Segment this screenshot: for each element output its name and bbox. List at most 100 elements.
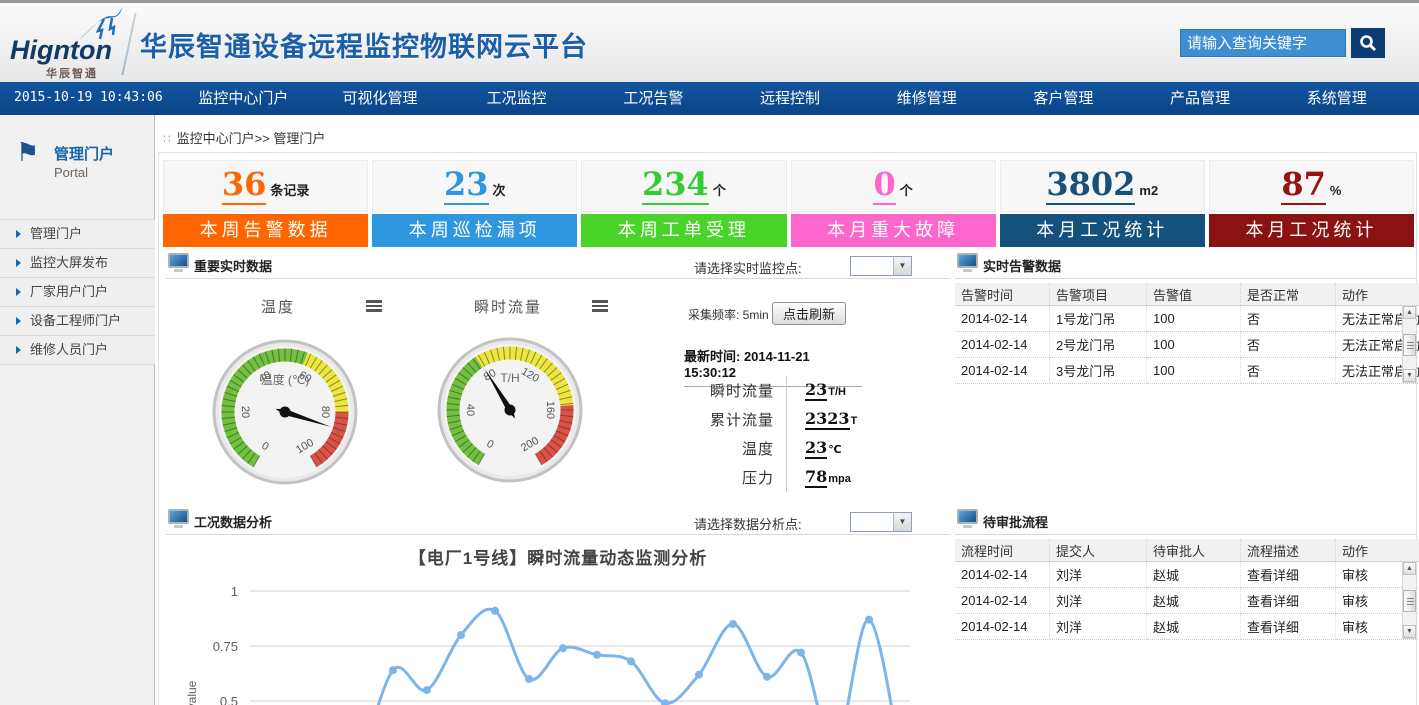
scroll-up-icon[interactable]: ▲ xyxy=(1403,306,1416,319)
table-cell: 1号龙门吊 xyxy=(1050,306,1147,332)
column-header: 动作 xyxy=(1336,283,1419,306)
gauge-menu-icon[interactable] xyxy=(366,300,382,312)
sidebar-item-维修人员门户[interactable]: 维修人员门户 xyxy=(0,335,155,365)
column-header: 动作 xyxy=(1336,539,1419,562)
stat-cards: 36条记录 本周告警数据 23次 本周巡检漏项 234个 本周工单受理 0个 本… xyxy=(163,160,1414,247)
search-button[interactable] xyxy=(1351,28,1385,58)
stat-value-area: 3802 m2 xyxy=(1000,160,1205,212)
readout-value: 23 xyxy=(805,380,827,401)
section-header: 工况数据分析 请选择数据分析点: ▼ xyxy=(166,508,950,535)
search-box xyxy=(1180,29,1346,57)
search-input[interactable] xyxy=(1181,30,1345,56)
stat-unit: m2 xyxy=(1139,183,1158,198)
table-cell: 赵城 xyxy=(1147,614,1241,640)
refresh-button[interactable]: 点击刷新 xyxy=(772,302,846,325)
table-cell[interactable]: 查看详细 xyxy=(1241,614,1336,640)
sample-frequency: 采集频率: 5min xyxy=(688,306,769,323)
stat-card-0[interactable]: 36条记录 本周告警数据 xyxy=(163,160,368,247)
table-cell: 2014-02-14 xyxy=(955,332,1050,358)
nav-item-远程控制[interactable]: 远程控制 xyxy=(722,82,859,115)
stat-card-1[interactable]: 23次 本周巡检漏项 xyxy=(372,160,577,247)
table-row[interactable]: 2014-02-142号龙门吊100否无法正常启动 xyxy=(955,332,1419,358)
section-title: 重要实时数据 xyxy=(194,256,272,275)
gauge-menu-icon[interactable] xyxy=(592,300,608,312)
stat-card-4[interactable]: 3802m2 本月工况统计 xyxy=(1000,160,1205,247)
approval-table-scrollbar[interactable]: ▲ ▼ xyxy=(1402,561,1417,639)
alarm-table: 告警时间告警项目告警值是否正常动作2014-02-141号龙门吊100否无法正常… xyxy=(955,283,1419,384)
svg-text:value: value xyxy=(185,680,199,705)
section-analysis: 工况数据分析 请选择数据分析点: ▼ 【电厂1号线】瞬时流量动态监测分析 10.… xyxy=(166,508,950,705)
nav-item-系统管理[interactable]: 系统管理 xyxy=(1268,82,1405,115)
nav-item-产品管理[interactable]: 产品管理 xyxy=(1132,82,1269,115)
analysis-point-select[interactable]: ▼ xyxy=(850,512,912,532)
column-header: 告警时间 xyxy=(955,283,1050,306)
section-header: 实时告警数据 xyxy=(955,252,1417,279)
scroll-down-icon[interactable]: ▼ xyxy=(1403,369,1416,382)
table-row[interactable]: 2014-02-141号龙门吊100否无法正常启动 xyxy=(955,306,1419,332)
column-header: 告警值 xyxy=(1147,283,1241,306)
readout-row: 瞬时流量 23T/H xyxy=(666,376,906,405)
stat-card-3[interactable]: 0个 本月重大故障 xyxy=(791,160,996,247)
logo-subtext: 华辰智通 xyxy=(46,65,98,81)
stat-value: 0 xyxy=(873,165,895,205)
svg-text:T/H: T/H xyxy=(500,371,519,385)
table-cell[interactable]: 查看详细 xyxy=(1241,588,1336,614)
table-row[interactable]: 2014-02-14刘洋赵城查看详细审核 xyxy=(955,614,1419,640)
realtime-point-select[interactable]: ▼ xyxy=(850,256,912,276)
table-cell: 刘洋 xyxy=(1050,614,1147,640)
nav-item-客户管理[interactable]: 客户管理 xyxy=(995,82,1132,115)
monitor-icon xyxy=(168,509,189,524)
table-row[interactable]: 2014-02-14刘洋赵城查看详细审核 xyxy=(955,588,1419,614)
sidebar-item-厂家用户门户[interactable]: 厂家用户门户 xyxy=(0,277,155,306)
readout-unit: T/H xyxy=(828,386,846,398)
sidebar: ⚑ 管理门户 Portal 管理门户监控大屏发布厂家用户门户设备工程师门户维修人… xyxy=(0,115,155,705)
flag-icon: ⚑ xyxy=(16,139,39,165)
table-cell: 2014-02-14 xyxy=(955,614,1050,640)
select-label: 请选择实时监控点: xyxy=(694,258,802,277)
table-cell: 否 xyxy=(1241,332,1336,358)
column-header: 是否正常 xyxy=(1241,283,1336,306)
breadcrumb[interactable]: ∷监控中心门户>> 管理门户 xyxy=(163,128,325,147)
stat-card-5[interactable]: 87% 本月工况统计 xyxy=(1209,160,1414,247)
stat-unit: 次 xyxy=(493,183,506,198)
nav-item-工况告警[interactable]: 工况告警 xyxy=(585,82,722,115)
app-header: Hignton 华辰智通 华辰智通设备远程监控物联网云平台 xyxy=(0,0,1419,82)
sidebar-item-管理门户[interactable]: 管理门户 xyxy=(0,219,155,248)
table-cell: 100 xyxy=(1147,306,1241,332)
chart-title: 【电厂1号线】瞬时流量动态监测分析 xyxy=(166,544,950,569)
scroll-up-icon[interactable]: ▲ xyxy=(1403,562,1416,575)
stat-value-area: 0个 xyxy=(791,160,996,212)
alarm-table-scrollbar[interactable]: ▲ ▼ xyxy=(1402,305,1417,383)
nav-item-监控中心门户[interactable]: 监控中心门户 xyxy=(175,82,312,115)
scroll-thumb[interactable] xyxy=(1403,334,1416,356)
readout-label: 压力 xyxy=(666,467,774,488)
scroll-thumb[interactable] xyxy=(1403,590,1416,612)
table-row[interactable]: 2014-02-14刘洋赵城查看详细审核 xyxy=(955,562,1419,588)
magnifier-icon xyxy=(1359,34,1377,52)
section-alarm-data: 实时告警数据 告警时间告警项目告警值是否正常动作2014-02-141号龙门吊1… xyxy=(955,252,1417,384)
sidebar-item-设备工程师门户[interactable]: 设备工程师门户 xyxy=(0,306,155,335)
stat-label: 本周巡检漏项 xyxy=(372,214,577,247)
sidebar-item-监控大屏发布[interactable]: 监控大屏发布 xyxy=(0,248,155,277)
dashboard-page: Hignton 华辰智通 华辰智通设备远程监控物联网云平台 2015-10-19… xyxy=(0,0,1419,705)
nav-item-维修管理[interactable]: 维修管理 xyxy=(858,82,995,115)
nav-item-可视化管理[interactable]: 可视化管理 xyxy=(312,82,449,115)
nav-menu: 监控中心门户可视化管理工况监控工况告警远程控制维修管理客户管理产品管理系统管理 xyxy=(175,82,1405,115)
nav-item-工况监控[interactable]: 工况监控 xyxy=(448,82,585,115)
table-row[interactable]: 2014-02-143号龙门吊100否无法正常启动 xyxy=(955,358,1419,384)
monitor-icon xyxy=(957,253,978,268)
svg-text:1: 1 xyxy=(231,584,238,599)
company-logo: Hignton 华辰智通 xyxy=(8,9,133,79)
portal-subtitle: Portal xyxy=(54,165,88,180)
svg-text:20: 20 xyxy=(239,406,251,418)
table-cell[interactable]: 查看详细 xyxy=(1241,562,1336,588)
stat-value: 3802 xyxy=(1046,165,1135,205)
readout-row: 温度 23℃ xyxy=(666,434,906,463)
stat-card-2[interactable]: 234个 本周工单受理 xyxy=(581,160,786,247)
svg-text:温度 (℃): 温度 (℃) xyxy=(261,372,310,387)
scroll-down-icon[interactable]: ▼ xyxy=(1403,625,1416,638)
gauge-title-flow: 瞬时流量 xyxy=(474,296,542,317)
section-header: 重要实时数据 请选择实时监控点: ▼ xyxy=(166,252,950,279)
monitor-icon xyxy=(957,509,978,524)
column-header: 提交人 xyxy=(1050,539,1147,562)
